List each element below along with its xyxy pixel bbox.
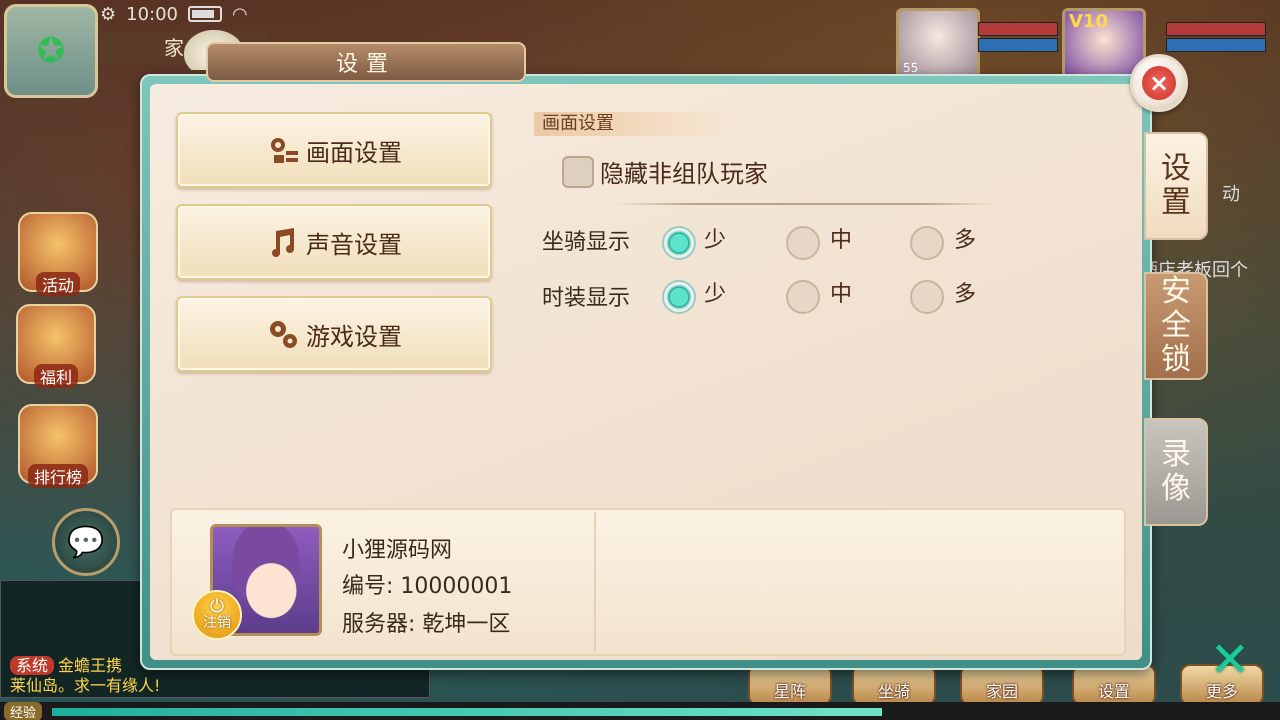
collapse-menu-icon[interactable]: ✕ <box>1210 632 1250 688</box>
exp-label: 经验 <box>4 702 43 720</box>
activity-label: 活动 <box>35 272 80 296</box>
teammate-mp-bar <box>978 38 1058 52</box>
wifi-icon: ◠ <box>232 3 248 25</box>
tab-security-lock-label: 安全锁 <box>1161 274 1191 377</box>
gears-icon <box>270 321 297 348</box>
battery-icon <box>188 6 223 22</box>
logout-button[interactable]: ⏻ 注销 <box>192 590 242 640</box>
ranking-label: 排行榜 <box>27 464 88 488</box>
vip-badge: V10 <box>1069 11 1108 32</box>
settings-button[interactable]: 设置 <box>1072 664 1156 706</box>
mount-radio-many-label: 多 <box>954 228 977 253</box>
chat-text-2: 莱仙岛。求一有缘人! <box>10 676 161 695</box>
menu-graphics-label: 画面设置 <box>306 138 402 167</box>
profile-server: 服务器: 乾坤一区 <box>342 612 511 637</box>
status-time: 10:00 <box>126 3 179 25</box>
close-button[interactable]: × <box>1130 54 1188 112</box>
star-formation-button[interactable]: 星阵 <box>748 664 832 706</box>
menu-graphics-settings[interactable]: 画面设置 <box>176 112 492 188</box>
tab-security-lock[interactable]: 安全锁 <box>1144 272 1208 380</box>
tab-settings[interactable]: 设置 <box>1144 132 1208 240</box>
welfare-label: 福利 <box>33 364 78 388</box>
menu-sound-settings[interactable]: 声音设置 <box>176 204 492 280</box>
exp-bar: 经验 <box>0 702 1280 720</box>
tab-recording[interactable]: 录像 <box>1144 418 1208 526</box>
chat-button[interactable]: 💬 <box>52 508 120 576</box>
hide-players-label[interactable]: 隐藏非组队玩家 <box>600 154 768 189</box>
profile-name: 小狸源码网 <box>342 538 453 563</box>
exp-bar-fill <box>52 708 882 716</box>
mount-radio-medium-label: 中 <box>830 228 853 253</box>
map-button[interactable]: ✪ <box>4 4 98 98</box>
welfare-button[interactable]: 福利 <box>16 304 96 388</box>
player-hp-bar <box>1166 22 1266 36</box>
mount-button[interactable]: 坐骑 <box>852 664 936 706</box>
menu-game-label: 游戏设置 <box>306 322 402 351</box>
logout-label: 注销 <box>203 615 231 631</box>
tab-settings-label: 设置 <box>1161 151 1191 220</box>
costume-radio-few-label: 少 <box>704 282 727 307</box>
profile-id: 编号: 10000001 <box>342 574 513 599</box>
menu-sound-label: 声音设置 <box>306 230 402 259</box>
chat-bubble-icon: 💬 <box>67 524 105 560</box>
tab-recording-label: 录像 <box>1161 437 1191 506</box>
profile-divider <box>594 512 596 652</box>
settings-gear-icon: ⚙ <box>100 3 117 25</box>
status-bar: ⚙ 10:00 ◠ <box>100 0 248 28</box>
music-note-icon <box>272 228 294 257</box>
mount-display-label: 坐骑显示 <box>542 230 631 255</box>
section-divider <box>616 203 996 205</box>
teammate-portrait[interactable]: 55 <box>896 8 980 78</box>
costume-display-label: 时装显示 <box>542 286 631 311</box>
costume-radio-few[interactable] <box>662 280 696 314</box>
activity-button[interactable]: 活动 <box>18 212 98 296</box>
costume-radio-medium-label: 中 <box>830 282 853 307</box>
costume-radio-many-label: 多 <box>954 282 977 307</box>
gears-grid-icon <box>271 138 298 163</box>
player-mp-bar <box>1166 38 1266 52</box>
ranking-button[interactable]: 排行榜 <box>18 404 98 488</box>
menu-game-settings[interactable]: 游戏设置 <box>176 296 492 372</box>
settings-title: 设置 <box>206 42 526 82</box>
mount-radio-few[interactable] <box>662 226 696 260</box>
mount-radio-medium[interactable] <box>786 226 820 260</box>
homestead-button[interactable]: 家园 <box>960 664 1044 706</box>
section-title: 画面设置 <box>534 112 744 136</box>
teammate-hp-bar <box>978 22 1058 36</box>
close-icon: × <box>1142 66 1176 100</box>
mount-radio-few-label: 少 <box>704 228 727 253</box>
hide-players-checkbox[interactable] <box>562 156 594 188</box>
costume-radio-many[interactable] <box>910 280 944 314</box>
teammate-level: 55 <box>903 61 919 75</box>
power-icon: ⏻ <box>209 596 225 617</box>
mount-radio-many[interactable] <box>910 226 944 260</box>
quest-text-1: 动 <box>1222 184 1240 205</box>
compass-icon: ✪ <box>36 31 66 71</box>
costume-radio-medium[interactable] <box>786 280 820 314</box>
